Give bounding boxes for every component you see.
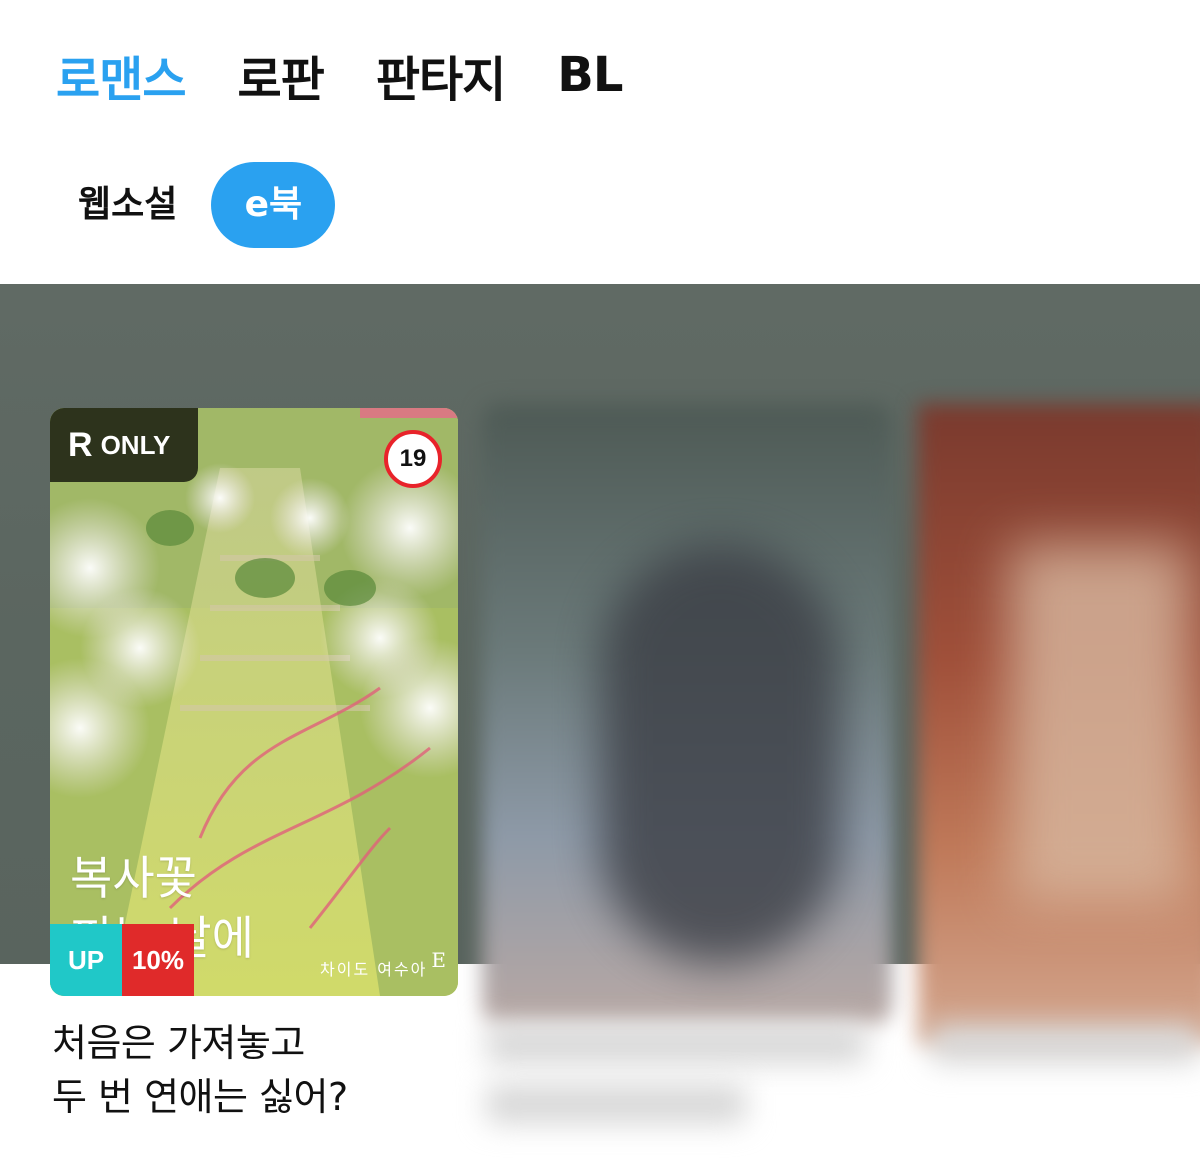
blurred-cover-figure (600, 544, 840, 964)
publisher-logo: E (431, 948, 446, 972)
cover-authors: 차이도 여수아 (320, 960, 428, 979)
book-title-line: 처음은 가져놓고 (52, 1021, 305, 1065)
tab-bl[interactable]: BL (557, 47, 623, 103)
book-title-line: 두 번 연애는 싫어? (52, 1075, 348, 1119)
r-only-logo: R (68, 425, 93, 464)
blurred-cover-figure (1010, 544, 1190, 904)
format-tabs: 웹소설 e북 (54, 162, 336, 248)
book-cover[interactable]: R ONLY 19 복사꽃 피는 날에 차이도 여수아 E UP 10% (50, 408, 458, 996)
tab-romance-fantasy[interactable]: 로판 (237, 40, 324, 110)
book-title[interactable]: 처음은 가져놓고 두 번 연애는 싫어? (52, 1016, 348, 1124)
blurred-title-placeholder (486, 1024, 866, 1064)
cover-title-line: 복사꽃 (70, 851, 197, 905)
age-rating-badge: 19 (384, 430, 442, 488)
blurred-title-placeholder (930, 1024, 1200, 1064)
discount-tag: 10% (122, 924, 194, 996)
r-only-label: ONLY (100, 429, 171, 460)
tab-web-novel[interactable]: 웹소설 (54, 162, 201, 248)
genre-tabs: 로맨스 로판 판타지 BL (56, 40, 674, 110)
up-tag: UP (50, 924, 122, 996)
tab-romance[interactable]: 로맨스 (56, 40, 186, 110)
tab-ebook[interactable]: e북 (211, 162, 336, 248)
tab-fantasy[interactable]: 판타지 (376, 40, 506, 110)
r-only-badge: R ONLY (50, 408, 198, 482)
blurred-title-placeholder (486, 1084, 746, 1124)
